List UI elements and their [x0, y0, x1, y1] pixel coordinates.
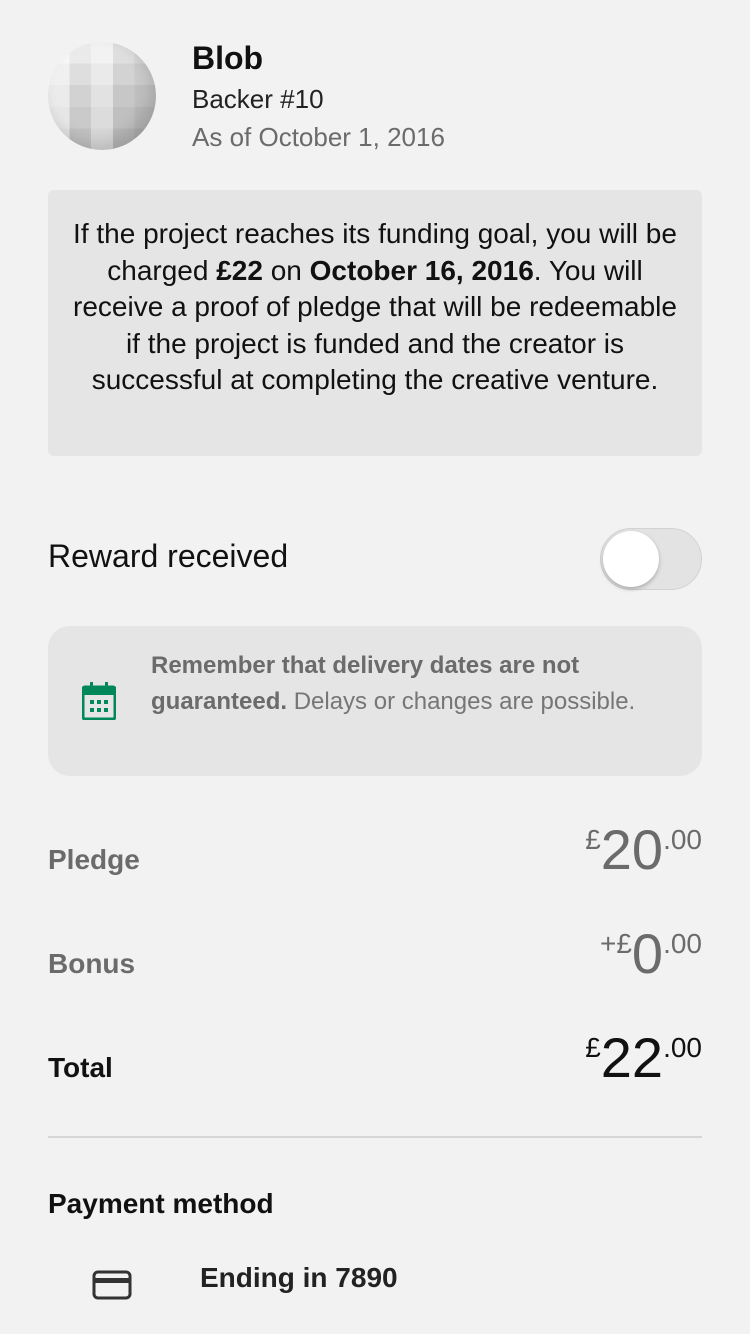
charge-text-2: on	[262, 254, 310, 286]
delivery-notice-text: Remember that delivery dates are not gua…	[151, 648, 661, 719]
delivery-notice: Remember that delivery dates are not gua…	[48, 626, 702, 776]
toggle-knob	[603, 531, 659, 587]
bonus-label: Bonus	[48, 948, 136, 979]
total-currency: £	[585, 1032, 601, 1063]
bonus-currency: +£	[599, 928, 632, 959]
backer-header: Blob Backer #10 As of October 1, 2016	[48, 40, 708, 155]
payment-method-title: Payment method	[48, 1188, 274, 1219]
bonus-cents: .00	[663, 928, 702, 959]
bonus-amount: +£0.00	[600, 922, 702, 986]
credit-card-icon	[92, 1270, 132, 1300]
card-ending-text: Ending in 7890	[200, 1262, 398, 1293]
charge-amount: £22	[216, 254, 263, 286]
delivery-notice-rest: Delays or changes are possible.	[287, 687, 636, 715]
backer-as-of-date: As of October 1, 2016	[192, 122, 445, 152]
calendar-icon	[82, 682, 116, 720]
reward-received-label: Reward received	[48, 538, 289, 574]
total-row: Total £22.00	[48, 1026, 702, 1096]
total-cents: .00	[663, 1032, 702, 1063]
backer-name: Blob	[192, 40, 264, 76]
pledge-row: Pledge £20.00	[48, 818, 702, 888]
pledge-currency: £	[585, 824, 601, 855]
charge-date: October 16, 2016	[309, 254, 534, 286]
divider	[48, 1136, 702, 1138]
backer-number: Backer #10	[192, 84, 324, 114]
pledge-amount: £20.00	[585, 818, 702, 882]
pledge-whole: 20	[600, 818, 664, 881]
reward-received-toggle[interactable]	[600, 528, 702, 590]
charge-info-box: If the project reaches its funding goal,…	[48, 190, 702, 456]
bonus-row: Bonus +£0.00	[48, 922, 702, 992]
total-whole: 22	[600, 1026, 664, 1089]
bonus-whole: 0	[631, 922, 664, 985]
pledge-label: Pledge	[48, 844, 140, 875]
avatar	[48, 42, 156, 150]
pledge-cents: .00	[663, 824, 702, 855]
total-amount: £22.00	[585, 1026, 702, 1090]
total-label: Total	[48, 1052, 113, 1083]
